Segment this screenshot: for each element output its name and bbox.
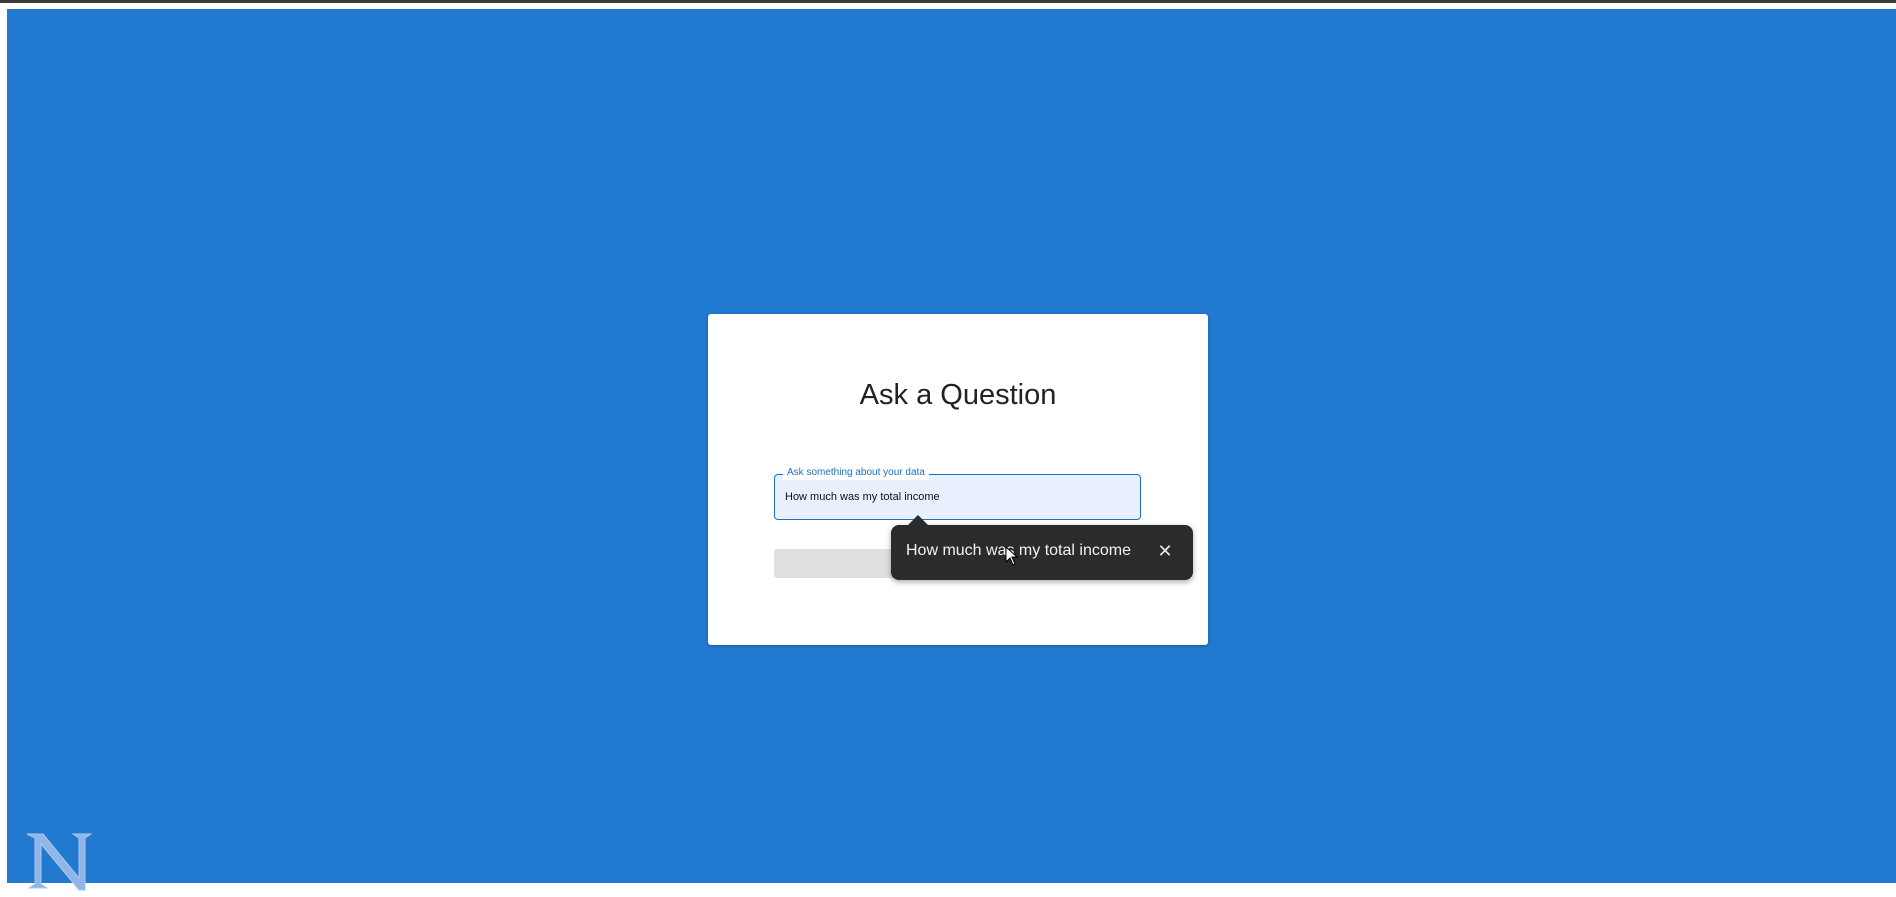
dialog-title: Ask a Question [859, 379, 1057, 411]
question-input[interactable] [785, 487, 1130, 507]
page-background: Ask a Question Ask something about your … [7, 9, 1896, 891]
window-top-border [0, 0, 1896, 3]
tooltip-arrow [908, 515, 928, 525]
question-field-label: Ask something about your data [783, 466, 929, 480]
autocomplete-tooltip[interactable]: How much was my total income ✕ [891, 515, 1193, 580]
question-field[interactable]: Ask something about your data [774, 466, 1141, 520]
question-dialog: Ask a Question Ask something about your … [708, 314, 1208, 645]
close-icon[interactable]: ✕ [1154, 540, 1176, 562]
window-left-border [0, 3, 7, 883]
n-logo-icon [23, 828, 99, 892]
mouse-pointer-icon [1005, 546, 1019, 566]
